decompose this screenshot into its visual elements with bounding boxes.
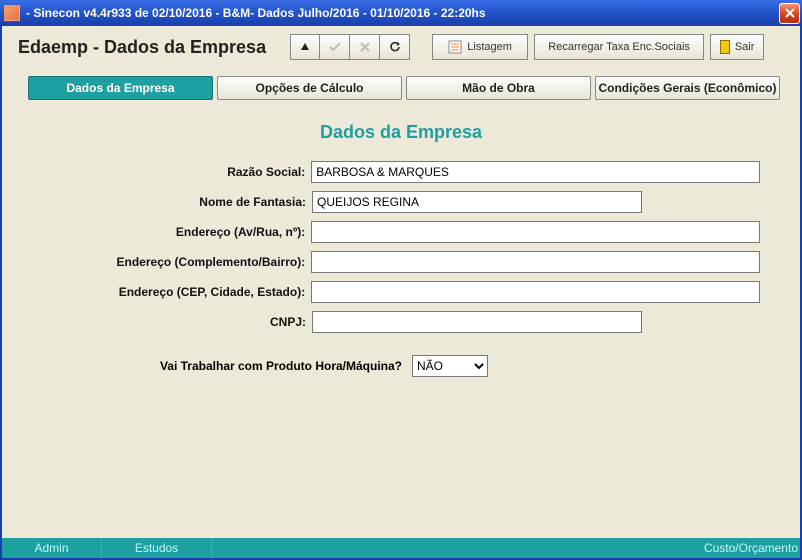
select-hora-maquina[interactable]: NÃOSIM xyxy=(412,355,488,377)
form: Razão Social: Nome de Fantasia: Endereço… xyxy=(2,161,800,377)
input-endereco-cep[interactable] xyxy=(311,281,760,303)
input-cnpj[interactable] xyxy=(312,311,642,333)
tab-opcoes-calculo[interactable]: Opções de Cálculo xyxy=(217,76,402,100)
nav-up-button[interactable] xyxy=(290,34,320,60)
triangle-up-icon xyxy=(300,42,310,52)
listagem-button[interactable]: Listagem xyxy=(432,34,528,60)
label-endereco-cep: Endereço (CEP, Cidade, Estado): xyxy=(22,285,311,299)
label-hora-maquina: Vai Trabalhar com Produto Hora/Máquina? xyxy=(22,359,412,373)
tab-dados-empresa[interactable]: Dados da Empresa xyxy=(28,76,213,100)
label-cnpj: CNPJ: xyxy=(22,315,312,329)
label-endereco-complemento: Endereço (Complemento/Bairro): xyxy=(22,255,311,269)
tab-mao-de-obra[interactable]: Mão de Obra xyxy=(406,76,591,100)
statusbar: Admin Estudos Custo/Orçamento xyxy=(2,538,802,558)
refresh-button[interactable] xyxy=(380,34,410,60)
input-razao-social[interactable] xyxy=(311,161,760,183)
recarregar-label: Recarregar Taxa Enc.Sociais xyxy=(548,41,690,53)
label-razao-social: Razão Social: xyxy=(22,165,311,179)
app-icon xyxy=(4,5,20,21)
recarregar-group: Recarregar Taxa Enc.Sociais xyxy=(534,34,704,60)
refresh-icon xyxy=(389,41,401,53)
action-button-group: Listagem xyxy=(432,34,528,60)
listagem-label: Listagem xyxy=(467,41,512,53)
sair-label: Sair xyxy=(735,41,755,53)
status-estudos[interactable]: Estudos xyxy=(102,538,212,558)
section-title: Dados da Empresa xyxy=(2,122,800,143)
page-title: Edaemp - Dados da Empresa xyxy=(18,37,266,58)
input-nome-fantasia[interactable] xyxy=(312,191,642,213)
input-endereco-complemento[interactable] xyxy=(311,251,760,273)
tabs: Dados da Empresa Opções de Cálculo Mão d… xyxy=(2,72,800,100)
sair-button[interactable]: Sair xyxy=(710,34,764,60)
status-custo-orcamento[interactable]: Custo/Orçamento xyxy=(674,538,802,558)
confirm-button[interactable] xyxy=(320,34,350,60)
toolbar: Edaemp - Dados da Empresa Listagem xyxy=(2,26,800,72)
close-icon[interactable] xyxy=(779,3,800,24)
exit-icon xyxy=(720,40,730,54)
window-title: - Sinecon v4.4r933 de 02/10/2016 - B&M- … xyxy=(26,6,779,20)
window-content: Edaemp - Dados da Empresa Listagem xyxy=(0,26,802,560)
nav-button-group xyxy=(290,34,410,60)
check-icon xyxy=(329,42,341,52)
label-endereco-rua: Endereço (Av/Rua, nº): xyxy=(22,225,311,239)
recarregar-button[interactable]: Recarregar Taxa Enc.Sociais xyxy=(534,34,704,60)
sair-group: Sair xyxy=(710,34,764,60)
status-admin[interactable]: Admin xyxy=(2,538,102,558)
tab-condicoes-gerais[interactable]: Condições Gerais (Econômico) xyxy=(595,76,780,100)
cancel-nav-button[interactable] xyxy=(350,34,380,60)
input-endereco-rua[interactable] xyxy=(311,221,760,243)
window-titlebar: - Sinecon v4.4r933 de 02/10/2016 - B&M- … xyxy=(0,0,802,26)
list-icon xyxy=(448,40,462,54)
x-icon xyxy=(360,42,370,52)
status-spacer xyxy=(212,538,674,558)
label-nome-fantasia: Nome de Fantasia: xyxy=(22,195,312,209)
